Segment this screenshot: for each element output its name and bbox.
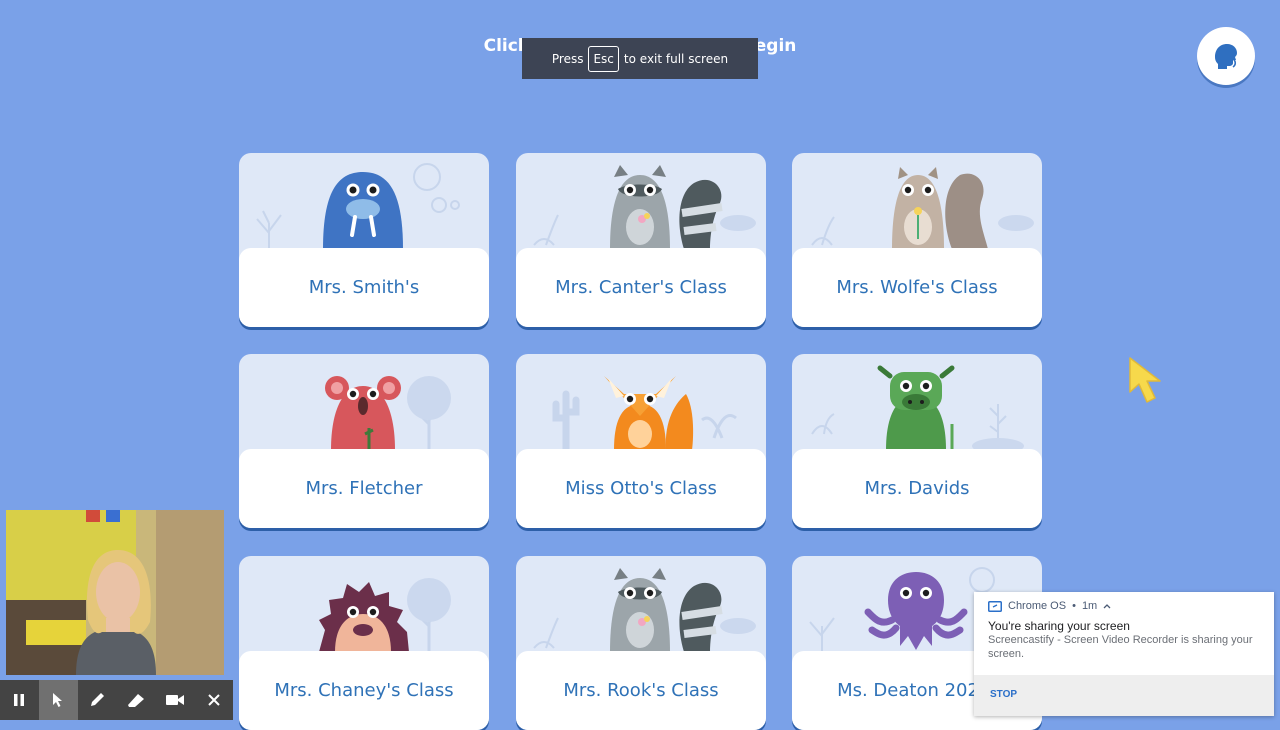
notification-separator-icon: • (1072, 600, 1076, 612)
notification-time: 1m (1081, 600, 1098, 612)
squirrel-illustration (811, 167, 1034, 249)
class-card-label-panel: Miss Otto's Class (516, 449, 766, 528)
pen-tool-button[interactable] (78, 680, 117, 720)
pointer-tool-button[interactable] (38, 680, 78, 720)
notification-title: You're sharing your screen (988, 619, 1130, 633)
stop-sharing-button[interactable]: STOP (990, 689, 1017, 700)
esc-banner-prefix: Press (551, 51, 584, 66)
webcam-video-frame (6, 510, 224, 675)
close-recorder-button[interactable] (194, 680, 233, 720)
class-card-label: Mrs. Fletcher (305, 478, 423, 499)
notification-body: Screencastify - Screen Video Recorder is… (988, 634, 1253, 660)
notification-header: Chrome OS • 1m (988, 600, 1111, 612)
hedgehog-illustration (319, 578, 451, 652)
class-card-smith[interactable]: Mrs. Smith's (239, 153, 489, 327)
notification-source: Chrome OS (1008, 600, 1067, 612)
fox-illustration (552, 376, 737, 450)
raccoon-illustration (533, 568, 756, 652)
cow-illustration (811, 365, 1024, 450)
esc-key-hint: Esc (588, 45, 619, 72)
chevron-up-icon[interactable] (1103, 603, 1111, 609)
koala-illustration (325, 376, 451, 450)
webcam-overlay (6, 510, 224, 675)
walrus-illustration (256, 163, 460, 249)
class-card-label-panel: Mrs. Chaney's Class (239, 651, 489, 730)
class-card-fletcher[interactable]: Mrs. Fletcher (239, 354, 489, 528)
class-card-label-panel: Mrs. Rook's Class (516, 651, 766, 730)
notification-footer: STOP (974, 675, 1274, 716)
screen-share-icon (988, 600, 1002, 612)
class-card-label: Ms. Deaton 2020- (837, 680, 997, 701)
class-card-label-panel: Mrs. Davids (792, 449, 1042, 528)
voice-button[interactable] (1197, 27, 1255, 85)
close-icon (207, 694, 220, 706)
pointer-icon (53, 693, 63, 707)
class-card-label: Mrs. Chaney's Class (274, 680, 454, 701)
class-card-label: Mrs. Canter's Class (555, 277, 727, 298)
class-card-davids[interactable]: Mrs. Davids (792, 354, 1042, 528)
class-card-label: Mrs. Davids (864, 478, 970, 499)
class-card-label: Mrs. Rook's Class (563, 680, 719, 701)
class-card-label: Miss Otto's Class (565, 478, 717, 499)
raccoon-illustration (533, 165, 756, 249)
class-card-label-panel: Mrs. Canter's Class (516, 248, 766, 327)
class-card-rook[interactable]: Mrs. Rook's Class (516, 556, 766, 730)
class-card-label-panel: Mrs. Wolfe's Class (792, 248, 1042, 327)
eraser-icon (127, 694, 144, 707)
class-card-otto[interactable]: Miss Otto's Class (516, 354, 766, 528)
class-card-label-panel: Mrs. Smith's (239, 248, 489, 327)
class-card-chaney[interactable]: Mrs. Chaney's Class (239, 556, 489, 730)
camera-icon (165, 695, 184, 705)
camera-toggle-button[interactable] (155, 680, 194, 720)
class-card-canter[interactable]: Mrs. Canter's Class (516, 153, 766, 327)
speaking-head-icon (1215, 44, 1237, 69)
class-card-label-panel: Mrs. Fletcher (239, 449, 489, 528)
class-card-label: Mrs. Smith's (308, 277, 420, 298)
recorder-toolbar (0, 680, 233, 720)
pause-icon (14, 694, 25, 706)
esc-banner-suffix: to exit full screen (623, 51, 729, 66)
pause-button[interactable] (0, 680, 39, 720)
screen-share-notification: Chrome OS • 1m You're sharing your scree… (974, 592, 1274, 716)
fullscreen-exit-banner: Press Esc to exit full screen (522, 38, 758, 79)
mouse-cursor-icon (1129, 357, 1161, 403)
eraser-tool-button[interactable] (116, 680, 155, 720)
class-card-wolfe[interactable]: Mrs. Wolfe's Class (792, 153, 1042, 327)
pen-icon (91, 693, 105, 706)
class-card-label: Mrs. Wolfe's Class (836, 277, 998, 298)
